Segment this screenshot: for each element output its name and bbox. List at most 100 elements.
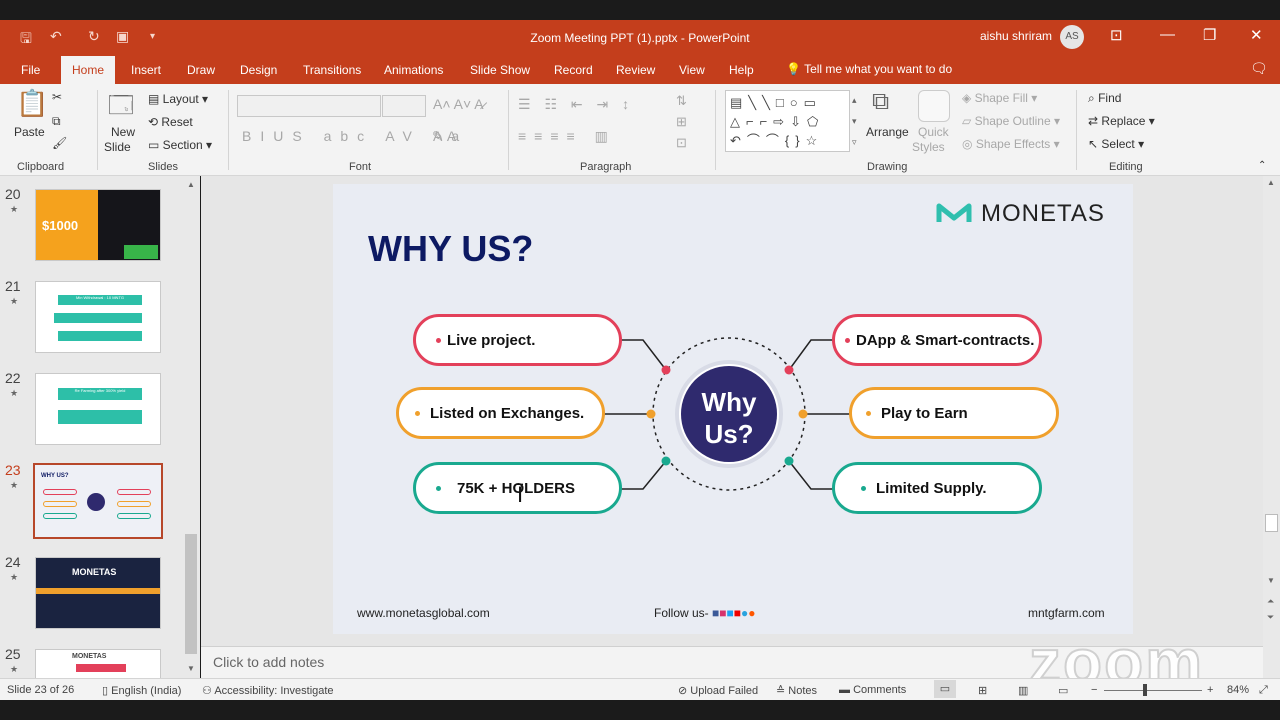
scroll-down-icon[interactable]: ▼ — [1267, 576, 1275, 585]
zoom-slider[interactable] — [1104, 690, 1202, 691]
language-status[interactable]: ▯ English (India) — [102, 684, 181, 697]
zoom-out-icon[interactable]: − — [1091, 684, 1097, 696]
zoom-in-icon[interactable]: + — [1207, 684, 1213, 696]
feature-pill-limited-supply[interactable]: Limited Supply. — [832, 462, 1042, 514]
shapes-gallery[interactable]: ▤╲╲□○▭ △⌐⌐⇨⇩⬠ ↶⌒⌒{}☆ — [725, 90, 850, 152]
slide-thumbnail-20[interactable]: $1000 — [35, 189, 161, 261]
clear-format-icon[interactable]: A̷ — [474, 96, 483, 112]
feature-pill-listed-exchanges[interactable]: Listed on Exchanges. — [396, 387, 605, 439]
tab-file[interactable]: File — [21, 63, 40, 77]
feature-pill-play-to-earn[interactable]: Play to Earn — [849, 387, 1059, 439]
shape-outline-button[interactable]: ▱ Shape Outline ▾ — [962, 114, 1060, 128]
scroll-thumb[interactable] — [185, 534, 197, 654]
previous-slide-icon[interactable]: ⏶ — [1267, 596, 1274, 607]
section-button[interactable]: ▭ Section ▾ — [148, 138, 212, 152]
scroll-thumb[interactable] — [1265, 514, 1278, 532]
zoom-level[interactable]: 84% — [1227, 684, 1249, 696]
tab-animations[interactable]: Animations — [384, 63, 443, 77]
tab-insert[interactable]: Insert — [131, 63, 161, 77]
slide-thumbnail-21[interactable]: Min Withdrawal : 10 MNTG — [35, 281, 161, 353]
shape-fill-button[interactable]: ◈ Shape Fill ▾ — [962, 91, 1037, 105]
select-button[interactable]: ↖ Select ▾ — [1088, 137, 1144, 151]
tab-draw[interactable]: Draw — [187, 63, 215, 77]
zoom-slider-thumb[interactable] — [1143, 684, 1147, 696]
slide-thumbnail-24[interactable]: MONETAS — [35, 557, 161, 629]
close-icon[interactable]: ✕ — [1250, 26, 1263, 44]
accessibility-status[interactable]: ⚇ Accessibility: Investigate — [202, 684, 334, 697]
quick-styles-button[interactable]: Quick — [918, 125, 949, 139]
avatar[interactable]: AS — [1060, 25, 1084, 49]
feature-pill-dapp[interactable]: DApp & Smart-contracts. — [832, 314, 1042, 366]
notes-button[interactable]: ≙ Notes — [776, 684, 817, 697]
paste-button[interactable]: Paste — [14, 125, 45, 139]
replace-label: Replace — [1101, 114, 1146, 128]
replace-button[interactable]: ⇄ Replace ▾ — [1088, 114, 1155, 128]
slide-title: WHY US? — [368, 228, 534, 269]
feature-text: Live project. — [447, 331, 536, 349]
font-color-icon[interactable]: ✎ A — [432, 128, 456, 145]
tell-me-text: Tell me what you want to do — [804, 62, 953, 76]
slideshow-view-icon[interactable]: ▭ — [1058, 684, 1068, 697]
arrange-button[interactable]: Arrange — [866, 125, 909, 139]
align-buttons[interactable]: ≡≡≡≡ ▥ — [518, 128, 616, 145]
scroll-down-icon[interactable]: ▼ — [187, 664, 195, 673]
find-button[interactable]: ⌕ Find — [1088, 91, 1121, 106]
slide-thumbnail-25[interactable]: MONETAS — [35, 649, 161, 679]
collapse-ribbon-icon[interactable]: ⌃ — [1258, 160, 1266, 171]
copy-icon[interactable]: ⧉ — [52, 114, 61, 129]
tab-record[interactable]: Record — [554, 63, 593, 77]
slide-scrollbar[interactable]: ▲ ▼ ⏶ ⏷ — [1263, 176, 1280, 678]
shape-effects-button[interactable]: ◎ Shape Effects ▾ — [962, 137, 1060, 151]
comments-icon[interactable]: 🗨 — [1250, 60, 1268, 77]
user-name[interactable]: aishu shriram — [980, 29, 1052, 43]
scroll-up-icon[interactable]: ▲ — [1267, 178, 1275, 187]
tab-help[interactable]: Help — [729, 63, 754, 77]
editing-group-label: Editing — [1109, 161, 1143, 173]
format-painter-icon[interactable]: 🖌 — [52, 136, 67, 150]
slide-thumbnail-23-selected[interactable]: WHY US? — [33, 463, 163, 539]
new-slide-button-line2[interactable]: Slide — [104, 140, 131, 154]
shapes-scroll-icon[interactable]: ▴ ▾ ▿ — [852, 90, 857, 153]
slide-canvas[interactable]: MONETAS WHY US? Why Us? Live project. Li… — [333, 184, 1133, 634]
slide-thumbnail-22[interactable]: Re Farming after 300% yield — [35, 373, 161, 445]
paste-icon[interactable]: 📋 — [16, 88, 48, 119]
restore-icon[interactable]: ❐ — [1203, 26, 1216, 44]
tab-review[interactable]: Review — [616, 63, 655, 77]
minimize-icon[interactable]: — — [1160, 26, 1175, 43]
font-family-select[interactable] — [237, 95, 381, 117]
tab-transitions[interactable]: Transitions — [303, 63, 361, 77]
thumbnails-scrollbar[interactable]: ▲ ▼ — [183, 178, 199, 676]
feature-pill-live-project[interactable]: Live project. — [413, 314, 622, 366]
slide-sorter-icon[interactable]: ⊞ — [978, 684, 987, 697]
arrange-icon[interactable]: ⧉ — [872, 88, 889, 116]
font-size-select[interactable] — [382, 95, 426, 117]
notes-pane[interactable]: Click to add notes zoom — [201, 625, 1263, 699]
tell-me-search[interactable]: 💡 Tell me what you want to do — [786, 62, 952, 76]
center-circle-text: Why Us? — [681, 386, 777, 450]
increase-font-icon[interactable]: A˄ A˅ A̷ — [433, 96, 484, 112]
feature-text: Play to Earn — [881, 404, 968, 422]
fit-slide-icon[interactable]: ⤢ — [1259, 684, 1268, 697]
next-slide-icon[interactable]: ⏷ — [1267, 612, 1274, 623]
tab-view[interactable]: View — [679, 63, 705, 77]
reading-view-icon[interactable]: ▥ — [1018, 684, 1028, 697]
quick-styles-button-line2[interactable]: Styles — [912, 140, 945, 154]
cut-icon[interactable]: ✂ — [52, 90, 62, 104]
notes-placeholder[interactable]: Click to add notes — [213, 654, 324, 670]
text-direction-icon[interactable]: ⇅ ⊞ ⊡ — [676, 90, 687, 153]
twitter-icon: ■ — [726, 606, 734, 620]
tab-design[interactable]: Design — [240, 63, 277, 77]
tab-slide-show[interactable]: Slide Show — [470, 63, 530, 77]
upload-failed-status[interactable]: ⊘ Upload Failed — [678, 684, 758, 697]
comments-button[interactable]: ▬ Comments — [839, 684, 906, 696]
ribbon-display-icon[interactable]: ⊡ — [1110, 26, 1123, 44]
quick-styles-icon[interactable] — [918, 90, 950, 122]
reset-button[interactable]: ⟲ Reset — [148, 115, 193, 129]
tab-home[interactable]: Home — [61, 56, 116, 84]
list-buttons[interactable]: ☰ ☷ ⇤ ⇥ ↕ — [518, 96, 634, 113]
new-slide-button[interactable]: New — [111, 125, 135, 139]
new-slide-icon[interactable]: 🗔 — [108, 88, 134, 129]
normal-view-icon[interactable]: ▭ — [934, 680, 956, 698]
layout-button[interactable]: ▤ Layout ▾ — [148, 92, 208, 106]
scroll-up-icon[interactable]: ▲ — [187, 180, 195, 189]
